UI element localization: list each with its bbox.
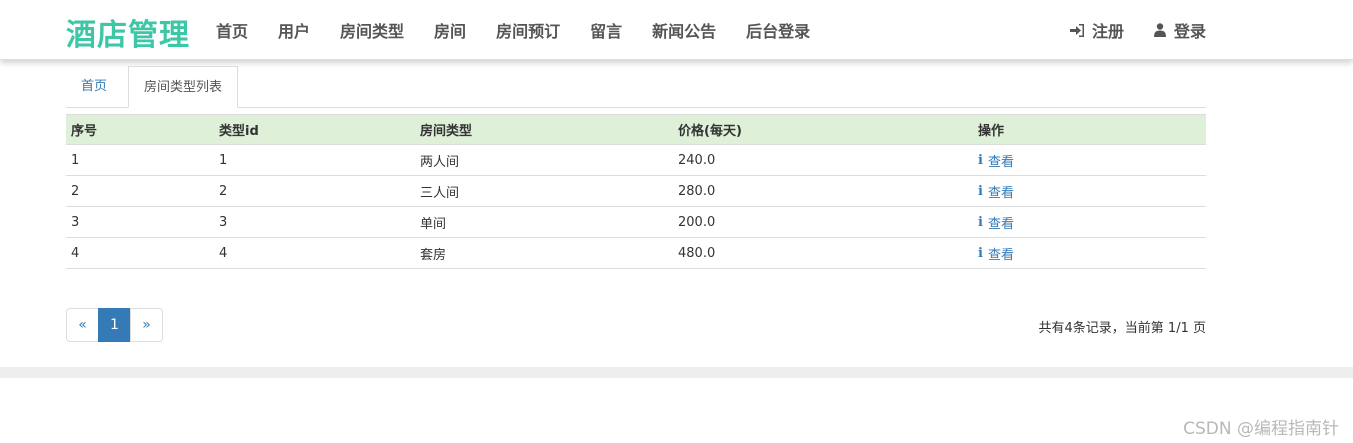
nav-item-booking[interactable]: 房间预订: [496, 18, 560, 42]
nav-item-home[interactable]: 首页: [216, 18, 248, 42]
cell-price: 240.0: [673, 144, 973, 176]
col-header-action: 操作: [973, 114, 1206, 145]
cell-price: 480.0: [673, 237, 973, 269]
info-icon: i: [978, 214, 983, 230]
user-nav: 注册 登录: [1040, 18, 1206, 42]
nav-item-users[interactable]: 用户: [278, 18, 310, 42]
tab-home[interactable]: 首页: [66, 66, 122, 108]
cell-action: i 查看: [973, 144, 1206, 176]
table-row: 2 2 三人间 280.0 i 查看: [66, 175, 1206, 207]
nav-item-messages[interactable]: 留言: [590, 18, 622, 42]
cell-room-type: 单间: [415, 206, 673, 238]
cell-type-id: 2: [214, 175, 415, 207]
register-link[interactable]: 注册: [1069, 18, 1124, 42]
login-label: 登录: [1173, 22, 1206, 41]
nav-item-news[interactable]: 新闻公告: [652, 18, 716, 42]
brand-logo[interactable]: 酒店管理: [66, 10, 190, 54]
cell-no: 2: [66, 175, 214, 207]
login-link[interactable]: 登录: [1153, 18, 1206, 42]
cell-no: 1: [66, 144, 214, 176]
col-header-room-type: 房间类型: [415, 114, 673, 145]
cell-action: i 查看: [973, 237, 1206, 269]
view-label: 查看: [987, 154, 1014, 170]
footer-divider: [0, 367, 1353, 378]
table-row: 1 1 两人间 240.0 i 查看: [66, 144, 1206, 176]
cell-price: 200.0: [673, 206, 973, 238]
view-label: 查看: [987, 185, 1014, 201]
top-navbar: 酒店管理 首页 用户 房间类型 房间 房间预订 留言 新闻公告 后台登录 注册 …: [0, 0, 1353, 60]
view-link[interactable]: i 查看: [978, 151, 1014, 170]
view-link[interactable]: i 查看: [978, 213, 1014, 232]
cell-no: 3: [66, 206, 214, 238]
view-label: 查看: [987, 216, 1014, 232]
col-header-no: 序号: [66, 114, 214, 145]
next-page-button[interactable]: »: [130, 308, 163, 342]
cell-room-type: 三人间: [415, 175, 673, 207]
sign-in-icon: [1069, 23, 1084, 37]
view-link[interactable]: i 查看: [978, 182, 1014, 201]
pagination: « 1 »: [66, 308, 163, 342]
tab-room-type-list[interactable]: 房间类型列表: [128, 66, 239, 108]
cell-no: 4: [66, 237, 214, 269]
main-nav: 首页 用户 房间类型 房间 房间预订 留言 新闻公告 后台登录: [216, 18, 840, 42]
info-icon: i: [978, 245, 983, 261]
col-header-type-id: 类型id: [214, 114, 415, 145]
nav-item-admin-login[interactable]: 后台登录: [746, 18, 810, 42]
cell-action: i 查看: [973, 175, 1206, 207]
view-link[interactable]: i 查看: [978, 244, 1014, 263]
cell-room-type: 套房: [415, 237, 673, 269]
cell-price: 280.0: [673, 175, 973, 207]
cell-type-id: 4: [214, 237, 415, 269]
page-button-current[interactable]: 1: [98, 308, 131, 342]
table-header-row: 序号 类型id 房间类型 价格(每天) 操作: [66, 114, 1206, 145]
cell-type-id: 3: [214, 206, 415, 238]
breadcrumb-tabs: 首页 房间类型列表: [66, 66, 1206, 108]
register-label: 注册: [1091, 22, 1124, 41]
cell-room-type: 两人间: [415, 144, 673, 176]
col-header-price: 价格(每天): [673, 114, 973, 145]
prev-page-button[interactable]: «: [66, 308, 99, 342]
nav-item-room-types[interactable]: 房间类型: [340, 18, 404, 42]
user-icon: [1153, 23, 1166, 37]
table-row: 4 4 套房 480.0 i 查看: [66, 237, 1206, 269]
cell-type-id: 1: [214, 144, 415, 176]
info-icon: i: [978, 183, 983, 199]
watermark: CSDN @编程指南针: [1183, 419, 1339, 439]
table-row: 3 3 单间 200.0 i 查看: [66, 206, 1206, 238]
cell-action: i 查看: [973, 206, 1206, 238]
record-count-info: 共有4条记录，当前第 1/1 页: [1038, 321, 1206, 336]
view-label: 查看: [987, 247, 1014, 263]
info-icon: i: [978, 152, 983, 168]
room-type-table: 序号 类型id 房间类型 价格(每天) 操作 1 1 两人间 240.0 i 查看…: [66, 114, 1206, 269]
nav-item-rooms[interactable]: 房间: [434, 18, 466, 42]
